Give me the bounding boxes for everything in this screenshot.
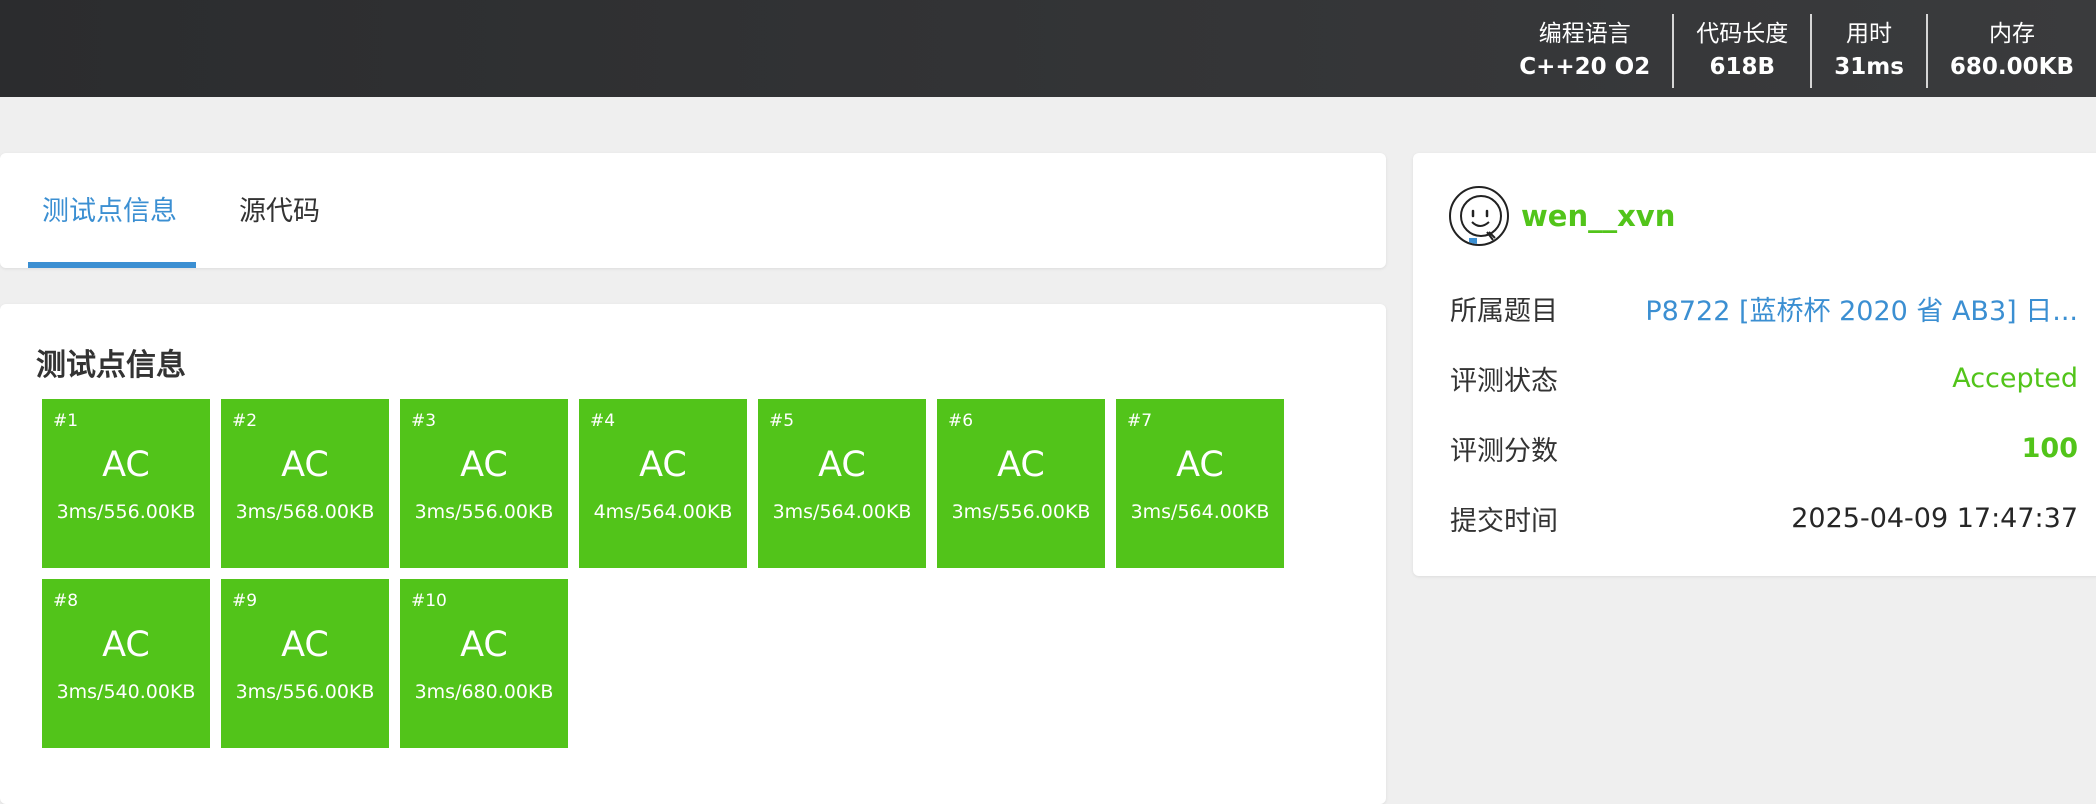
testcases-card: 测试点信息 #1 AC 3ms/556.00KB #2 AC 3ms/568.00KB #3… <box>0 304 1386 804</box>
testcase-status: AC <box>997 445 1045 485</box>
testcase-time-memory: 3ms/568.00KB <box>235 501 375 523</box>
row-label: 提交时间 <box>1450 505 1558 537</box>
testcase-time-memory: 3ms/556.00KB <box>414 501 554 523</box>
top-banner: 编程语言 C++20 O2 代码长度 618B 用时 31ms 内存 680.0… <box>0 0 2096 97</box>
tabs-card: 测试点信息 源代码 <box>0 153 1386 268</box>
testcase-id: #2 <box>232 411 258 431</box>
stat-label: 内存 <box>1988 21 2035 47</box>
testcase-id: #5 <box>769 411 795 431</box>
stat-label: 用时 <box>1846 21 1893 47</box>
testcase-tile[interactable]: #8 AC 3ms/540.00KB <box>42 579 210 748</box>
testcase-status: AC <box>460 625 508 665</box>
stat-memory: 内存 680.00KB <box>1925 14 2096 88</box>
active-tab-indicator <box>28 262 196 268</box>
testcase-time-memory: 3ms/564.00KB <box>772 501 912 523</box>
stat-value: 31ms <box>1834 54 1904 80</box>
info-row-submit-time: 提交时间 2025-04-09 17:47:37 <box>1450 498 2078 538</box>
testcase-id: #4 <box>590 411 616 431</box>
info-row-problem: 所属题目 P8722 [蓝桥杯 2020 省 AB3] 日... <box>1450 288 2078 328</box>
testcase-time-memory: 3ms/540.00KB <box>56 681 196 703</box>
testcase-tile[interactable]: #5 AC 3ms/564.00KB <box>758 399 926 568</box>
problem-link[interactable]: P8722 [蓝桥杯 2020 省 AB3] 日... <box>1645 289 2078 328</box>
stat-value: C++20 O2 <box>1519 54 1651 80</box>
status-value: Accepted <box>1952 362 2078 394</box>
testcase-status: AC <box>818 445 866 485</box>
testcase-tile[interactable]: #7 AC 3ms/564.00KB <box>1116 399 1284 568</box>
testcase-status: AC <box>639 445 687 485</box>
testcase-id: #9 <box>232 591 258 611</box>
testcase-tile[interactable]: #1 AC 3ms/556.00KB <box>42 399 210 568</box>
testcase-time-memory: 3ms/680.00KB <box>414 681 554 703</box>
section-title: 测试点信息 <box>36 348 186 383</box>
row-label: 评测状态 <box>1450 365 1558 397</box>
testcase-status: AC <box>460 445 508 485</box>
row-label: 所属题目 <box>1450 295 1558 327</box>
info-row-score: 评测分数 100 <box>1450 428 2078 468</box>
testcase-id: #6 <box>948 411 974 431</box>
testcase-tile[interactable]: #2 AC 3ms/568.00KB <box>221 399 389 568</box>
avatar[interactable] <box>1449 186 1509 246</box>
testcase-id: #10 <box>411 591 447 611</box>
testcase-id: #8 <box>53 591 79 611</box>
stat-time: 用时 31ms <box>1810 14 1926 88</box>
submission-stats: 编程语言 C++20 O2 代码长度 618B 用时 31ms 内存 680.0… <box>1497 14 2096 88</box>
testcase-time-memory: 3ms/556.00KB <box>235 681 375 703</box>
submission-info-card: wen__xvn 所属题目 P8722 [蓝桥杯 2020 省 AB3] 日..… <box>1413 153 2096 576</box>
username-link[interactable]: wen__xvn <box>1521 199 1675 233</box>
testcase-tile[interactable]: #9 AC 3ms/556.00KB <box>221 579 389 748</box>
stat-value: 618B <box>1709 54 1775 80</box>
testcase-tile[interactable]: #3 AC 3ms/556.00KB <box>400 399 568 568</box>
testcase-tile[interactable]: #10 AC 3ms/680.00KB <box>400 579 568 748</box>
testcase-status: AC <box>102 445 150 485</box>
submit-time-value: 2025-04-09 17:47:37 <box>1791 502 2078 534</box>
testcase-status: AC <box>1176 445 1224 485</box>
testcase-time-memory: 4ms/564.00KB <box>593 501 733 523</box>
stat-label: 编程语言 <box>1538 21 1631 47</box>
testcase-tile[interactable]: #6 AC 3ms/556.00KB <box>937 399 1105 568</box>
stat-value: 680.00KB <box>1949 54 2074 80</box>
stat-code-length: 代码长度 618B <box>1672 14 1810 88</box>
testcase-grid: #1 AC 3ms/556.00KB #2 AC 3ms/568.00KB #3 AC 3ms/… <box>42 399 1362 748</box>
stat-language: 编程语言 C++20 O2 <box>1497 14 1672 88</box>
tab-source-code[interactable]: 源代码 <box>239 153 320 268</box>
row-label: 评测分数 <box>1450 435 1558 467</box>
testcase-id: #1 <box>53 411 79 431</box>
testcase-status: AC <box>102 625 150 665</box>
testcase-status: AC <box>281 445 329 485</box>
testcase-status: AC <box>281 625 329 665</box>
testcase-id: #7 <box>1127 411 1153 431</box>
testcase-time-memory: 3ms/564.00KB <box>1130 501 1270 523</box>
smiley-face-icon <box>1460 195 1502 244</box>
tab-testcase-info[interactable]: 测试点信息 <box>42 153 177 268</box>
info-row-status: 评测状态 Accepted <box>1450 358 2078 398</box>
testcase-time-memory: 3ms/556.00KB <box>56 501 196 523</box>
testcase-time-memory: 3ms/556.00KB <box>951 501 1091 523</box>
score-value: 100 <box>2021 432 2078 464</box>
testcase-id: #3 <box>411 411 437 431</box>
stat-label: 代码长度 <box>1696 21 1789 47</box>
testcase-tile[interactable]: #4 AC 4ms/564.00KB <box>579 399 747 568</box>
